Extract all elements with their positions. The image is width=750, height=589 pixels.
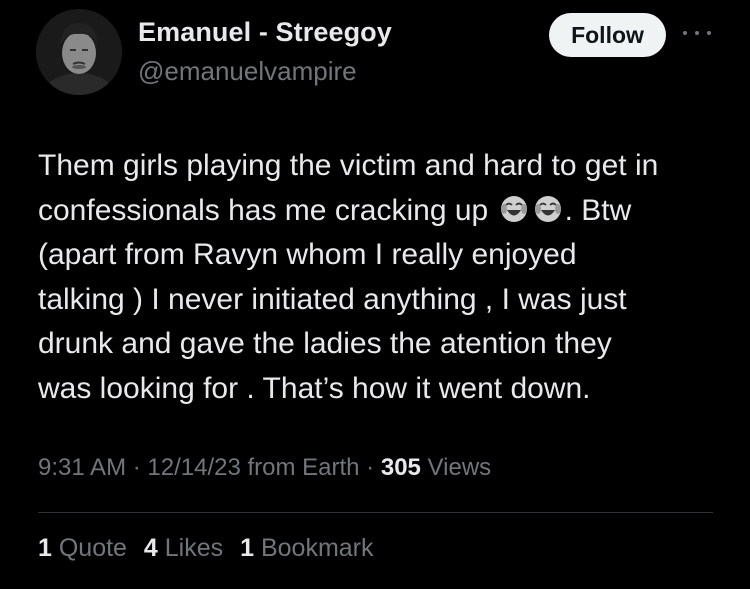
author-display-name[interactable]: Emanuel - Streegoy — [138, 17, 392, 48]
follow-button[interactable]: Follow — [549, 13, 666, 57]
meta-separator: · — [359, 454, 381, 481]
profile-photo-icon — [36, 9, 122, 95]
tweet-stats: 1 Quote 4 Likes 1 Bookmark — [38, 534, 384, 563]
tweet-metadata: 9:31 AM · 12/14/23 from Earth · 305 View… — [38, 454, 491, 482]
tweet-text-line: confessionals has me cracking up . Btw — [38, 189, 728, 234]
avatar[interactable] — [36, 9, 122, 95]
tweet-time[interactable]: 9:31 AM — [38, 454, 126, 481]
bookmarks-label: Bookmark — [260, 534, 374, 562]
bookmarks-stat[interactable]: 1 Bookmark — [240, 534, 373, 562]
tweet-text-line: drunk and gave the ladies the atention t… — [38, 322, 728, 367]
tweet: Emanuel - Streegoy @emanuelvampire Follo… — [0, 0, 750, 589]
author-handle[interactable]: @emanuelvampire — [138, 56, 357, 87]
face-with-tears-of-joy-icon — [533, 193, 563, 223]
face-with-tears-of-joy-icon — [499, 193, 529, 223]
tweet-text-line: was looking for . That’s how it went dow… — [38, 367, 728, 412]
tweet-text-segment: talking ) I never initiated anything , I… — [38, 282, 627, 316]
views-count: 305 — [380, 454, 421, 481]
tweet-text-segment: confessionals has me cracking up — [38, 193, 497, 227]
tweet-text-line: (apart from Ravyn whom I really enjoyed — [38, 233, 728, 278]
divider — [38, 512, 713, 513]
tweet-text-segment: (apart from Ravyn whom I really enjoyed — [38, 238, 577, 271]
tweet-text-segment: was looking for . That’s how it went dow… — [38, 371, 591, 405]
likes-stat[interactable]: 4 Likes — [144, 534, 223, 562]
tweet-text-line: Them girls playing the victim and hard t… — [38, 144, 728, 189]
likes-label: Likes — [164, 534, 224, 562]
quotes-count: 1 — [38, 534, 52, 562]
more-horizontal-icon[interactable] — [683, 26, 711, 40]
bookmarks-count: 1 — [240, 534, 255, 562]
tweet-text-line: talking ) I never initiated anything , I… — [38, 278, 728, 323]
tweet-text-segment: Them girls playing the victim and hard t… — [38, 149, 659, 182]
quotes-stat[interactable]: 1 Quote — [38, 534, 127, 562]
tweet-source: from Earth — [240, 454, 360, 481]
views-label: Views — [420, 454, 492, 481]
tweet-text-segment: . Btw — [564, 193, 632, 227]
quotes-label: Quote — [58, 534, 127, 562]
meta-separator: · — [126, 454, 148, 481]
tweet-text: Them girls playing the victim and hard t… — [38, 144, 728, 411]
tweet-date[interactable]: 12/14/23 — [147, 454, 240, 481]
tweet-text-segment: drunk and gave the ladies the atention t… — [38, 327, 612, 360]
likes-count: 4 — [143, 534, 158, 562]
